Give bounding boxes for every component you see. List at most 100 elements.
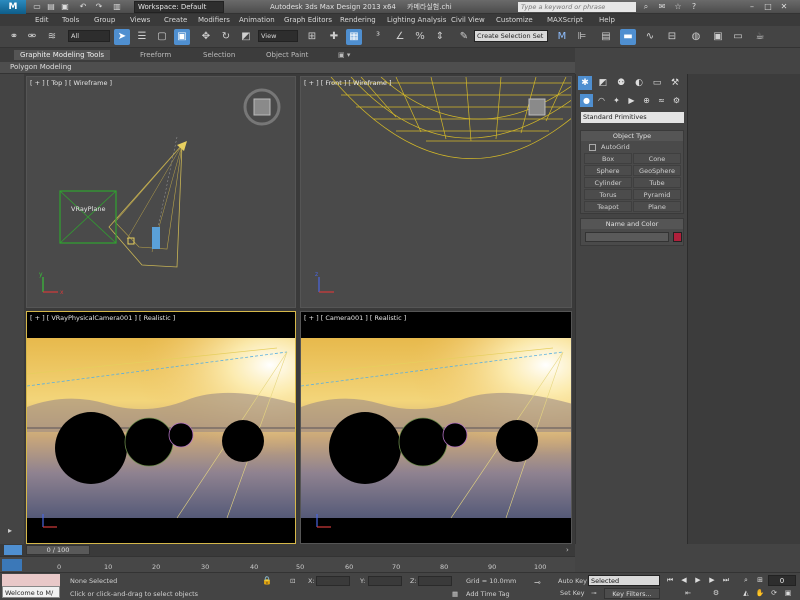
curve-editor-icon[interactable]: ∿: [642, 29, 658, 45]
viewport-label[interactable]: [ + ] [ Camera001 ] [ Realistic ]: [304, 314, 406, 322]
sphere-button[interactable]: Sphere: [584, 165, 632, 176]
open-file-icon[interactable]: ▤: [46, 2, 56, 12]
autogrid-checkbox[interactable]: [589, 144, 596, 151]
time-configuration-icon[interactable]: ⚙: [710, 588, 722, 599]
viewport-vray-physical-camera[interactable]: [ + ] [ VRayPhysicalCamera001 ] [ Realis…: [26, 311, 296, 544]
sphere-large[interactable]: [55, 412, 127, 484]
maxscript-listener-mini[interactable]: [2, 574, 60, 586]
helpers-icon[interactable]: ⊕: [640, 94, 653, 107]
time-slider-knob[interactable]: 0 / 100: [26, 545, 90, 555]
viewcube-icon[interactable]: [253, 98, 271, 116]
tube-button[interactable]: Tube: [633, 177, 681, 188]
tab-object-paint[interactable]: Object Paint: [266, 50, 308, 60]
search-icon[interactable]: ⌕: [640, 1, 652, 13]
help-icon[interactable]: ?: [688, 1, 700, 13]
object-color-swatch[interactable]: [673, 232, 682, 242]
menu-tools[interactable]: Tools: [62, 15, 79, 25]
y-coordinate-field[interactable]: [368, 576, 402, 586]
rendered-frame-window-icon[interactable]: ▭: [730, 29, 746, 45]
menu-create[interactable]: Create: [164, 15, 187, 25]
add-time-tag-text[interactable]: Add Time Tag: [466, 590, 510, 598]
maximize-icon[interactable]: □: [762, 1, 774, 13]
box-button[interactable]: Box: [584, 153, 632, 164]
selection-filter-dropdown[interactable]: All: [68, 30, 110, 42]
mini-curve-editor-icon[interactable]: [4, 545, 22, 555]
maxscript-welcome-field[interactable]: Welcome to M/: [2, 586, 60, 598]
cameras-icon[interactable]: ▶: [625, 94, 638, 107]
track-bar-toggle-icon[interactable]: [2, 559, 22, 571]
ribbon-options-icon[interactable]: ▣ ▾: [338, 50, 350, 60]
field-of-view-icon[interactable]: ◭: [740, 588, 752, 599]
menu-views[interactable]: Views: [130, 15, 150, 25]
geosphere-button[interactable]: GeoSphere: [633, 165, 681, 176]
track-bar[interactable]: 0 10 20 30 40 50 60 70 80 90 100: [0, 556, 575, 572]
zoom-icon[interactable]: ⌕: [740, 575, 752, 586]
set-key-button[interactable]: Set Key: [560, 589, 585, 597]
current-frame-field[interactable]: 0: [768, 575, 796, 586]
lock-icon[interactable]: 🔒: [262, 576, 272, 585]
plane-button[interactable]: Plane: [633, 201, 681, 212]
mirror-icon[interactable]: M: [554, 29, 570, 45]
project-folder-icon[interactable]: ▥: [112, 2, 122, 12]
key-mode-toggle-icon[interactable]: ⇤: [682, 588, 694, 599]
sphere-small[interactable]: [442, 422, 468, 448]
previous-frame-icon[interactable]: ◀: [678, 575, 690, 586]
torus-button[interactable]: Torus: [584, 189, 632, 200]
shapes-icon[interactable]: ◠: [595, 94, 608, 107]
new-file-icon[interactable]: ▭: [32, 2, 42, 12]
menu-customize[interactable]: Customize: [496, 15, 533, 25]
space-warps-icon[interactable]: ≈: [655, 94, 668, 107]
menu-civil-view[interactable]: Civil View: [451, 15, 485, 25]
tab-selection[interactable]: Selection: [203, 50, 235, 60]
viewport-front[interactable]: [ + ] [ Front ] [ Wireframe ] z: [300, 76, 572, 308]
hierarchy-tab-icon[interactable]: ⚉: [614, 76, 628, 90]
edit-named-selection-icon[interactable]: ✎: [456, 29, 472, 45]
lights-icon[interactable]: ✦: [610, 94, 623, 107]
systems-icon[interactable]: ⚙: [670, 94, 683, 107]
viewport-label[interactable]: [ + ] [ VRayPhysicalCamera001 ] [ Realis…: [30, 314, 175, 322]
sphere-right[interactable]: [496, 420, 538, 462]
absolute-mode-icon[interactable]: ⊡: [290, 577, 295, 585]
zoom-all-icon[interactable]: ⊞: [754, 575, 766, 586]
go-to-end-icon[interactable]: ⏭: [720, 575, 732, 586]
viewcube-icon[interactable]: [528, 98, 546, 116]
next-frame-arrow-icon[interactable]: ›: [566, 546, 569, 554]
tab-graphite-modeling-tools[interactable]: Graphite Modeling Tools: [14, 50, 111, 60]
viewport-label[interactable]: [ + ] [ Front ] [ Wireframe ]: [304, 79, 392, 87]
menu-rendering[interactable]: Rendering: [340, 15, 376, 25]
close-icon[interactable]: ✕: [778, 1, 790, 13]
layer-manager-icon[interactable]: ▤: [598, 29, 614, 45]
percent-snap-icon[interactable]: %: [412, 29, 428, 45]
motion-tab-icon[interactable]: ◐: [632, 76, 646, 90]
next-frame-icon[interactable]: ▶: [706, 575, 718, 586]
z-coordinate-field[interactable]: [418, 576, 452, 586]
go-to-start-icon[interactable]: ⏮: [664, 575, 676, 586]
pan-icon[interactable]: ✋: [754, 588, 766, 599]
graphite-ribbon-icon[interactable]: ▬: [620, 29, 636, 45]
pyramid-button[interactable]: Pyramid: [633, 189, 681, 200]
name-and-color-header[interactable]: Name and Color: [581, 219, 683, 229]
bind-space-warp-icon[interactable]: ≋: [44, 29, 60, 45]
scale-icon[interactable]: ◩: [238, 29, 254, 45]
object-name-field[interactable]: [585, 232, 669, 242]
set-key-icon[interactable]: ⊸: [591, 589, 596, 597]
time-slider[interactable]: 0 / 100 ›: [0, 544, 575, 556]
reference-coordinate-dropdown[interactable]: View: [258, 30, 298, 42]
viewport-top[interactable]: [ + ] [ Top ] [ Wireframe ] y x VRayPlan…: [26, 76, 296, 308]
star-icon[interactable]: ☆: [672, 1, 684, 13]
undo-icon[interactable]: ↶: [78, 2, 88, 12]
pivot-center-icon[interactable]: ⊞: [304, 29, 320, 45]
material-editor-icon[interactable]: ◍: [688, 29, 704, 45]
unlink-icon[interactable]: ⚮: [24, 29, 40, 45]
expand-arrow-icon[interactable]: ▸: [8, 526, 16, 535]
snaps-toggle-icon[interactable]: ³: [370, 29, 386, 45]
auto-key-button[interactable]: Auto Key: [558, 577, 587, 585]
menu-animation[interactable]: Animation: [239, 15, 275, 25]
spinner-snap-icon[interactable]: ⇕: [432, 29, 448, 45]
search-input[interactable]: Type a keyword or phrase: [518, 2, 636, 12]
teapot-button[interactable]: Teapot: [584, 201, 632, 212]
keyboard-shortcut-override-icon[interactable]: ▦: [346, 29, 362, 45]
viewport-camera001[interactable]: [ + ] [ Camera001 ] [ Realistic ]: [300, 311, 572, 544]
key-icon[interactable]: ⊸: [534, 578, 541, 587]
cone-button[interactable]: Cone: [633, 153, 681, 164]
